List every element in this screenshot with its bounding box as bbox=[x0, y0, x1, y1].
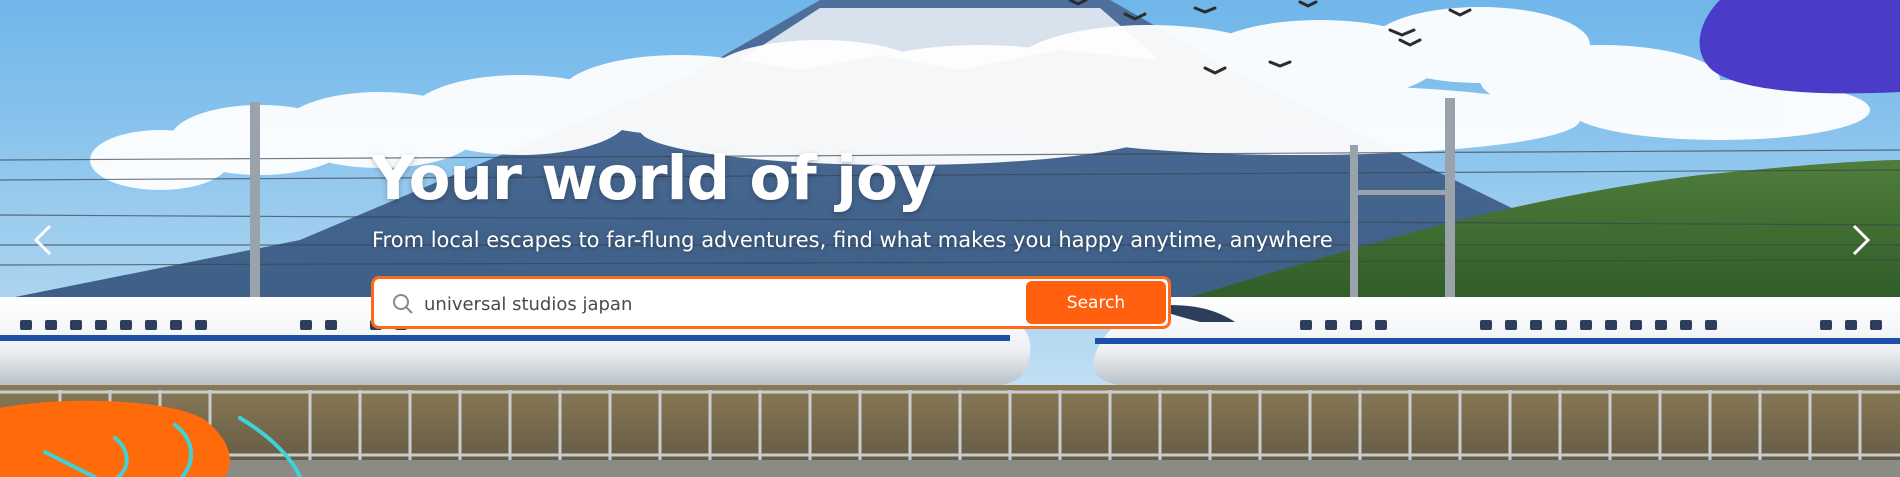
hero-headline: Your world of joy bbox=[371, 143, 937, 214]
carousel-prev-button[interactable] bbox=[28, 222, 58, 258]
carousel-next-button[interactable] bbox=[1846, 222, 1876, 258]
chevron-left-icon bbox=[33, 224, 52, 256]
search-input[interactable] bbox=[422, 285, 986, 323]
search-icon bbox=[393, 294, 413, 314]
decorative-blob-purple bbox=[1699, 0, 1900, 94]
hero-banner: Your world of joy From local escapes to … bbox=[0, 0, 1900, 477]
search-button[interactable]: Search bbox=[1026, 281, 1166, 324]
chevron-right-icon bbox=[1852, 224, 1871, 256]
search-bar: Search bbox=[371, 276, 1171, 329]
hero-subheadline: From local escapes to far-flung adventur… bbox=[372, 228, 1333, 252]
